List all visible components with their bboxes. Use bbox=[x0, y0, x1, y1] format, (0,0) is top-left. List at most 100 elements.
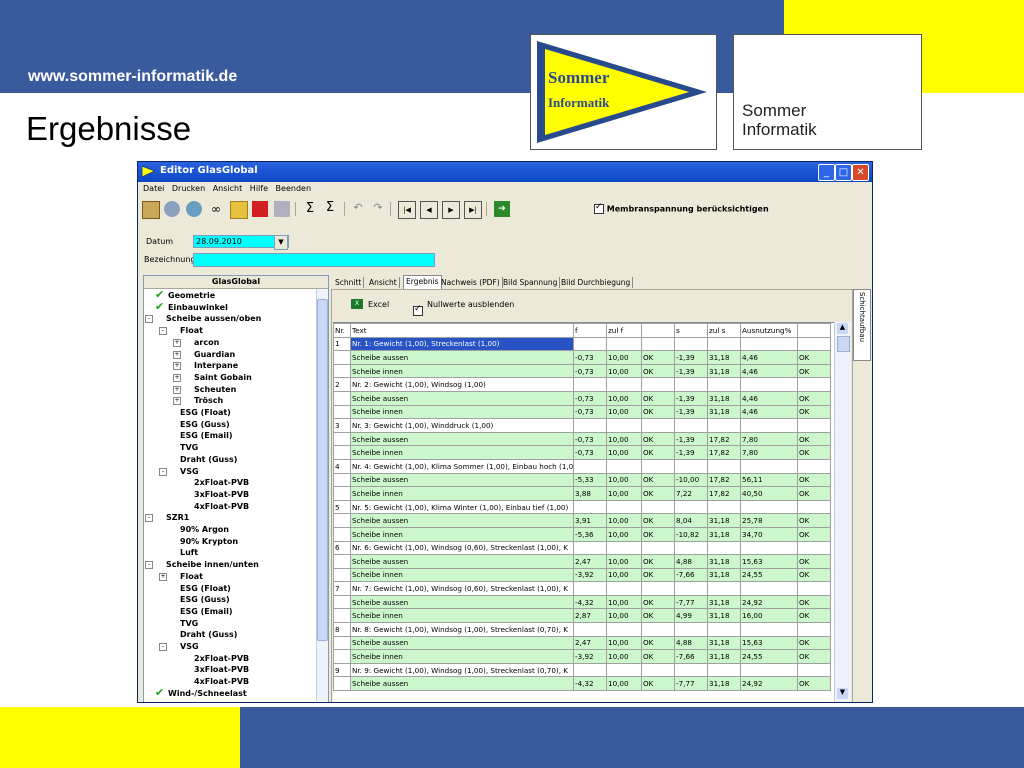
tree-expander-icon[interactable]: + bbox=[173, 362, 181, 371]
table-row[interactable]: 4 Nr. 4: Gewicht (1,00), Klima Sommer (1,… bbox=[333, 458, 831, 474]
tree-item[interactable]: Einbauwinkel bbox=[168, 302, 228, 313]
minimize-button[interactable]: _ bbox=[818, 164, 835, 181]
column-header[interactable]: zul s bbox=[707, 323, 741, 338]
table-row[interactable]: 9 Nr. 9: Gewicht (1,00), Windsog (1,00), … bbox=[333, 662, 831, 678]
next-record-icon[interactable]: ▶ bbox=[442, 201, 460, 219]
tree-expander-icon[interactable]: - bbox=[159, 467, 167, 476]
menu-beenden[interactable]: Beenden bbox=[276, 184, 311, 193]
tree-item[interactable]: ESG (Email) bbox=[180, 430, 233, 441]
tree-item[interactable]: Scheibe innen/unten bbox=[166, 559, 259, 570]
tree-item[interactable]: Trösch bbox=[194, 395, 223, 406]
sum-icon[interactable]: Σ bbox=[302, 201, 318, 217]
tree-item[interactable]: ESG (Email) bbox=[180, 606, 233, 617]
table-row[interactable]: Scheibe innen -3,92 10,00 OK -7,66 31,18 24,55… bbox=[333, 567, 831, 583]
table-row[interactable]: Scheibe aussen -4,32 10,00 OK -7,77 31,18 24,9… bbox=[333, 594, 831, 610]
table-row[interactable]: Scheibe innen 3,88 10,00 OK 7,22 17,82 40,50 OK bbox=[333, 486, 831, 501]
tree-item[interactable]: Draht (Guss) bbox=[180, 629, 237, 640]
table-row[interactable]: Scheibe aussen 3,91 10,00 OK 8,04 31,18 25,78 O… bbox=[333, 513, 831, 528]
column-header[interactable] bbox=[797, 323, 831, 338]
column-header[interactable]: Ausnutzung% bbox=[740, 323, 798, 338]
tree-expander-icon[interactable]: + bbox=[159, 572, 167, 581]
tree-item[interactable]: 3xFloat-PVB bbox=[194, 489, 249, 500]
tree-item[interactable]: 2xFloat-PVB bbox=[194, 653, 249, 664]
tree-item[interactable]: VSG bbox=[180, 466, 199, 477]
tree-expander-icon[interactable]: - bbox=[159, 327, 167, 336]
menu-drucken[interactable]: Drucken bbox=[172, 184, 205, 193]
tree-item[interactable]: SZR1 bbox=[166, 512, 189, 523]
tree-expander-icon[interactable]: + bbox=[173, 397, 181, 406]
tree-expander-icon[interactable]: + bbox=[173, 350, 181, 359]
grid-scroll-thumb[interactable] bbox=[837, 336, 850, 352]
new-icon[interactable] bbox=[142, 201, 160, 219]
tree-item[interactable]: ESG (Float) bbox=[180, 407, 231, 418]
tree-item[interactable]: Interpane bbox=[194, 360, 238, 371]
table-row[interactable]: 7 Nr. 7: Gewicht (1,00), Windsog (0,60), … bbox=[333, 581, 831, 596]
tree-item[interactable]: Scheuten bbox=[194, 384, 236, 395]
null-values-checkbox[interactable] bbox=[413, 304, 423, 316]
menu-ansicht[interactable]: Ansicht bbox=[213, 184, 243, 193]
tree-expander-icon[interactable]: + bbox=[173, 373, 181, 382]
tree-expander-icon[interactable]: + bbox=[173, 338, 181, 347]
tab-ansicht[interactable]: Ansicht bbox=[367, 277, 400, 288]
scroll-down-icon[interactable]: ▼ bbox=[837, 688, 848, 699]
table-row[interactable]: 2 Nr. 2: Gewicht (1,00), Windsog (1,00) bbox=[333, 377, 831, 392]
maximize-button[interactable]: □ bbox=[835, 164, 852, 181]
tab-schnitt[interactable]: Schnitt bbox=[333, 277, 365, 288]
tree-item[interactable]: 3xFloat-PVB bbox=[194, 664, 249, 675]
tree-expander-icon[interactable]: - bbox=[145, 561, 153, 570]
binoculars-icon[interactable]: ∞ bbox=[208, 201, 224, 217]
save-icon[interactable] bbox=[252, 201, 268, 217]
table-row[interactable]: Scheibe aussen -4,32 10,00 OK -7,77 31,18 24,9… bbox=[333, 676, 831, 692]
undo-icon[interactable]: ↶ bbox=[350, 201, 366, 217]
name-field[interactable] bbox=[193, 253, 435, 267]
close-button[interactable]: ✕ bbox=[852, 164, 869, 181]
table-row[interactable]: Scheibe innen -5,36 10,00 OK -10,82 31,18 34,7… bbox=[333, 526, 831, 542]
tree-item[interactable]: Draht (Guss) bbox=[180, 454, 237, 465]
tree-expander-icon[interactable]: - bbox=[159, 643, 167, 651]
tree-item[interactable]: 4xFloat-PVB bbox=[194, 676, 249, 687]
table-row[interactable]: Scheibe innen -0,73 10,00 OK -1,39 17,82 7,80 O… bbox=[333, 445, 831, 460]
table-row[interactable]: 8 Nr. 8: Gewicht (1,00), Windsog (1,00), … bbox=[333, 622, 831, 637]
tree-item[interactable]: arcon bbox=[194, 337, 219, 348]
tree-expander-icon[interactable]: - bbox=[145, 514, 153, 523]
table-row[interactable]: 5 Nr. 5: Gewicht (1,00), Klima Winter (1,… bbox=[333, 499, 831, 515]
tree-expander-icon[interactable]: + bbox=[173, 385, 181, 394]
print-icon[interactable] bbox=[274, 201, 290, 217]
tree-item[interactable]: Float bbox=[180, 571, 203, 582]
tree-item[interactable]: Guardian bbox=[194, 349, 235, 360]
table-row[interactable]: 1 Nr. 1: Gewicht (1,00), Streckenlast (1,… bbox=[333, 336, 831, 352]
table-row[interactable]: Scheibe aussen -0,73 10,00 OK -1,39 31,18 4,46… bbox=[333, 350, 831, 365]
menu-datei[interactable]: Datei bbox=[143, 184, 164, 193]
tab-nachweis[interactable]: Nachweis (PDF) bbox=[439, 277, 503, 288]
grid-scrollbar[interactable]: ▲ ▼ bbox=[834, 322, 851, 702]
table-row[interactable]: Scheibe innen -0,73 10,00 OK -1,39 31,18 4,46 O… bbox=[333, 404, 831, 420]
table-row[interactable]: 6 Nr. 6: Gewicht (1,00), Windsog (0,60), … bbox=[333, 540, 831, 556]
sum-fem-icon[interactable]: Σ bbox=[322, 201, 338, 217]
tree-item[interactable]: Saint Gobain bbox=[194, 372, 252, 383]
exit-icon[interactable]: ➔ bbox=[494, 201, 510, 217]
tab-bild-spannung[interactable]: Bild Spannung bbox=[501, 277, 561, 288]
scroll-up-icon[interactable]: ▲ bbox=[837, 323, 848, 334]
last-record-icon[interactable]: ▶| bbox=[464, 201, 482, 219]
globe-icon[interactable] bbox=[186, 201, 202, 217]
tree-item[interactable]: Luft bbox=[180, 547, 198, 558]
tree-item[interactable]: ESG (Float) bbox=[180, 583, 231, 594]
table-row[interactable]: Scheibe aussen -0,73 10,00 OK -1,39 17,82 7,80… bbox=[333, 431, 831, 447]
table-row[interactable]: Scheibe innen 2,87 10,00 OK 4,99 31,18 16,00 OK bbox=[333, 608, 831, 624]
column-header[interactable]: f bbox=[573, 323, 607, 338]
tree-item[interactable]: Wind-/Schneelast bbox=[168, 688, 247, 699]
first-record-icon[interactable]: |◀ bbox=[398, 201, 416, 219]
tree-item[interactable]: TVG bbox=[180, 442, 198, 453]
column-header[interactable]: s bbox=[674, 323, 708, 338]
tree-item[interactable]: 90% Krypton bbox=[180, 536, 238, 547]
excel-icon[interactable]: X bbox=[351, 299, 363, 309]
tree-item[interactable]: 2xFloat-PVB bbox=[194, 477, 249, 488]
tree-expander-icon[interactable]: - bbox=[145, 315, 153, 324]
tree-item[interactable]: Float bbox=[180, 325, 203, 336]
membrane-option[interactable]: Membranspannung berücksichtigen bbox=[594, 202, 769, 214]
tab-bild-durchbiegung[interactable]: Bild Durchbiegung bbox=[559, 277, 634, 288]
table-row[interactable]: Scheibe aussen -5,33 10,00 OK -10,00 17,82 56,… bbox=[333, 472, 831, 488]
menu-hilfe[interactable]: Hilfe bbox=[250, 184, 268, 193]
table-row[interactable]: Scheibe aussen 2,47 10,00 OK 4,88 31,18 15,63 O… bbox=[333, 554, 831, 569]
tree-item[interactable]: ESG (Guss) bbox=[180, 419, 230, 430]
